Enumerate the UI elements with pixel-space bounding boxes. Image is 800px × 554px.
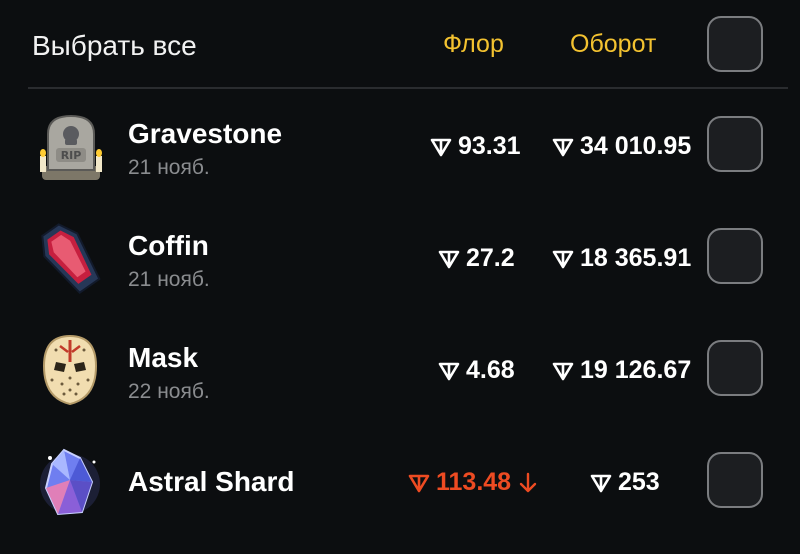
item-date: 21 нояб. xyxy=(128,268,210,291)
ton-icon xyxy=(430,138,452,156)
item-floor: 113.48 xyxy=(408,468,537,497)
select-all-checkbox[interactable] xyxy=(707,16,763,72)
ton-icon xyxy=(408,474,430,492)
item-floor-value: 93.31 xyxy=(458,132,521,160)
item-turnover-value: 34 010.95 xyxy=(580,132,692,160)
list-item[interactable]: Coffin 21 нояб. 27.2 18 365.91 xyxy=(0,206,800,318)
item-name: Astral Shard xyxy=(128,466,295,497)
list-item[interactable]: Mask 22 нояб. 4.68 19 126.67 xyxy=(0,318,800,430)
ton-icon xyxy=(552,250,574,268)
item-floor-value: 27.2 xyxy=(466,244,515,272)
item-turnover-value: 18 365.91 xyxy=(580,244,692,272)
item-checkbox[interactable] xyxy=(707,452,763,508)
item-turnover: 253 xyxy=(590,468,660,497)
list-item[interactable]: RIP Gravestone 21 нояб. 93.31 34 010.95 xyxy=(0,94,800,206)
header-divider xyxy=(28,87,788,89)
item-name: Coffin xyxy=(128,230,209,261)
ton-icon xyxy=(438,250,460,268)
item-turnover-value: 19 126.67 xyxy=(580,356,692,384)
arrow-down-icon xyxy=(519,472,537,492)
item-turnover: 34 010.95 xyxy=(552,132,691,161)
ton-icon xyxy=(590,474,612,492)
list-item[interactable]: Astral Shard 113.48 253 xyxy=(0,430,800,542)
column-header-floor[interactable]: Флор xyxy=(443,30,504,59)
item-checkbox[interactable] xyxy=(707,116,763,172)
item-date: 22 нояб. xyxy=(128,380,210,403)
item-turnover-value: 253 xyxy=(618,468,660,496)
ton-icon xyxy=(552,138,574,156)
item-turnover: 18 365.91 xyxy=(552,244,691,273)
item-name: Gravestone xyxy=(128,118,283,149)
select-all-label[interactable]: Выбрать все xyxy=(32,30,197,62)
ton-icon xyxy=(438,362,460,380)
svg-text:RIP: RIP xyxy=(61,149,82,162)
ton-icon xyxy=(552,362,574,380)
list-header: Выбрать все Флор Оборот xyxy=(0,0,800,88)
mask-icon xyxy=(42,334,98,406)
item-name: Mask xyxy=(128,342,199,373)
item-checkbox[interactable] xyxy=(707,340,763,396)
gravestone-icon: RIP xyxy=(40,114,102,180)
item-date: 21 нояб. xyxy=(128,156,210,179)
item-floor-value: 113.48 xyxy=(436,468,512,496)
item-floor: 93.31 xyxy=(430,132,521,161)
item-floor: 4.68 xyxy=(438,356,515,385)
item-checkbox[interactable] xyxy=(707,228,763,284)
column-header-turnover[interactable]: Оборот xyxy=(570,30,656,59)
item-turnover: 19 126.67 xyxy=(552,356,691,385)
coffin-icon xyxy=(41,223,101,295)
item-floor-value: 4.68 xyxy=(466,356,515,384)
astral-shard-icon xyxy=(40,448,100,516)
item-floor: 27.2 xyxy=(438,244,515,273)
